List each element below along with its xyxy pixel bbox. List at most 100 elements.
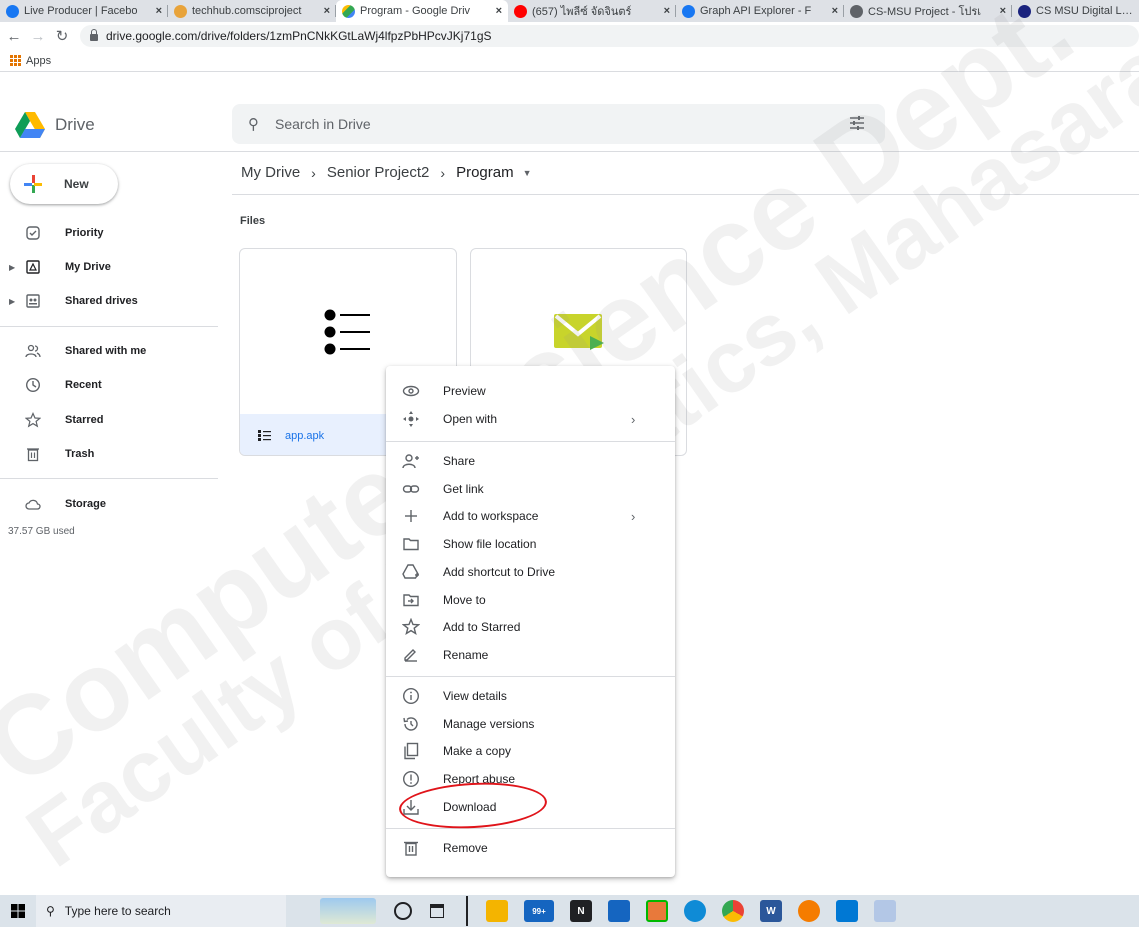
submenu-chevron-icon: › (631, 508, 636, 524)
file-explorer-icon[interactable] (486, 900, 508, 922)
tab-title: CS-MSU Project - โปรเ (868, 6, 982, 18)
sidebar-item-shared-drives[interactable]: ▶ Shared drives (0, 287, 232, 315)
menu-item-label: Make a copy (443, 744, 512, 759)
tab-title: (657) ไพลีซ์ จัดจินตร์ (532, 6, 632, 18)
apps-bookmark[interactable]: Apps (26, 55, 51, 67)
menu-item-add-to-starred[interactable]: Add to Starred (386, 614, 675, 640)
drive-sidebar: New Priority ▶ My Drive ▶ Shared drives … (0, 152, 232, 872)
close-tab-icon[interactable]: × (156, 5, 162, 17)
line-icon[interactable] (646, 900, 668, 922)
notion-icon[interactable]: N (570, 900, 592, 922)
facebook-icon (682, 4, 695, 18)
sidebar-item-my-drive[interactable]: ▶ My Drive (0, 253, 232, 281)
app-icon[interactable] (798, 900, 820, 922)
sidebar-item-recent[interactable]: Recent (0, 371, 232, 399)
taskbar-search-box[interactable]: ⚲ Type here to search (36, 895, 286, 927)
menu-item-report-abuse[interactable]: Report abuse (386, 766, 675, 792)
star-icon (25, 412, 41, 428)
weather-widget-icon[interactable] (320, 898, 376, 924)
close-tab-icon[interactable]: × (496, 5, 502, 17)
edge-icon[interactable] (684, 900, 706, 922)
shared-drives-icon (26, 294, 40, 308)
close-tab-icon[interactable]: × (1000, 5, 1006, 17)
chrome-icon[interactable] (722, 900, 744, 922)
mail-icon[interactable]: 99+ (524, 900, 554, 922)
menu-item-share[interactable]: Share (386, 448, 675, 474)
menu-item-add-shortcut-to-drive[interactable]: Add shortcut to Drive (386, 559, 675, 585)
search-bar[interactable]: ⚲ Search in Drive (232, 104, 885, 144)
menu-item-open-with[interactable]: Open with › (386, 406, 675, 432)
library-icon (1018, 4, 1031, 18)
menu-item-manage-versions[interactable]: Manage versions (386, 711, 675, 737)
move-to-icon (402, 591, 420, 609)
close-tab-icon[interactable]: × (324, 5, 330, 17)
sidebar-item-priority[interactable]: Priority (0, 219, 232, 247)
menu-item-make-a-copy[interactable]: Make a copy (386, 738, 675, 764)
sidebar-item-trash[interactable]: Trash (0, 440, 232, 468)
windows-start-button[interactable] (0, 904, 36, 918)
browser-tab[interactable]: techhub.comsciproject × (168, 0, 336, 22)
browser-tab[interactable]: Graph API Explorer - F × (676, 0, 844, 22)
store-icon[interactable] (608, 900, 630, 922)
menu-item-rename[interactable]: Rename (386, 642, 675, 668)
url-text: drive.google.com/drive/folders/1zmPnCNkK… (106, 29, 492, 43)
menu-item-preview[interactable]: Preview (386, 378, 675, 404)
dropdown-arrow-icon[interactable]: ▼ (523, 168, 532, 178)
close-tab-icon[interactable]: × (664, 5, 670, 17)
file-type-icon (258, 430, 271, 441)
search-icon: ⚲ (46, 904, 55, 918)
chevron-right-icon: › (440, 164, 446, 181)
menu-item-label: Add to Starred (443, 620, 521, 635)
paint-icon[interactable] (874, 900, 896, 922)
breadcrumb-senior-project[interactable]: Senior Project2 (327, 164, 430, 181)
close-tab-icon[interactable]: × (832, 5, 838, 17)
menu-item-label: Open with (443, 412, 498, 426)
expand-arrow-icon[interactable]: ▶ (9, 297, 15, 306)
expand-arrow-icon[interactable]: ▶ (9, 263, 15, 272)
trash-icon (402, 839, 420, 857)
browser-tab[interactable]: (657) ไพลีซ์ จัดจินตร์ × (508, 0, 676, 22)
word-icon[interactable]: W (760, 900, 782, 922)
breadcrumb-my-drive[interactable]: My Drive (241, 164, 300, 181)
menu-divider (386, 441, 675, 442)
menu-item-label: Add to workspace (443, 509, 539, 524)
search-options-icon[interactable] (849, 116, 865, 130)
reload-icon[interactable]: ↻ (52, 27, 72, 45)
menu-item-get-link[interactable]: Get link (386, 476, 675, 502)
address-bar[interactable]: drive.google.com/drive/folders/1zmPnCNkK… (80, 25, 1139, 47)
browser-tab[interactable]: CS-MSU Project - โปรเ × (844, 0, 1012, 22)
files-section-heading: Files (240, 215, 266, 227)
task-view-icon[interactable] (430, 904, 444, 918)
cloud-icon (25, 499, 41, 510)
cortana-icon[interactable] (394, 902, 412, 920)
sidebar-item-storage[interactable]: Storage (0, 490, 232, 518)
menu-item-remove[interactable]: Remove (386, 835, 675, 861)
lock-icon (90, 28, 98, 41)
drive-logo[interactable]: Drive (15, 112, 95, 138)
new-button[interactable]: New (10, 164, 118, 204)
eye-icon (402, 382, 420, 400)
menu-item-download[interactable]: Download (386, 794, 675, 820)
menu-item-label: Rename (443, 647, 489, 662)
forward-icon[interactable]: → (28, 28, 48, 45)
search-icon[interactable]: ⚲ (248, 115, 259, 133)
breadcrumb-current-folder[interactable]: Program (456, 164, 514, 181)
sidebar-item-starred[interactable]: Starred (0, 406, 232, 434)
tab-title: techhub.comsciproject (192, 5, 302, 17)
menu-item-move-to[interactable]: Move to (386, 587, 675, 613)
browser-tab[interactable]: Program - Google Driv × (336, 0, 508, 22)
sidebar-item-shared-with-me[interactable]: Shared with me (0, 337, 232, 365)
facebook-icon (6, 4, 19, 18)
drive-header: Drive ⚲ Search in Drive (0, 72, 1139, 152)
apps-grid-icon (10, 55, 21, 66)
menu-item-add-to-workspace[interactable]: Add to workspace › (386, 503, 675, 529)
sidebar-item-label: Trash (65, 448, 95, 460)
photos-icon[interactable] (836, 900, 858, 922)
menu-item-view-details[interactable]: View details (386, 683, 675, 709)
menu-item-show-file-location[interactable]: Show file location (386, 531, 675, 557)
menu-divider (386, 676, 675, 677)
browser-tab[interactable]: CS MSU Digital Library (1012, 0, 1139, 22)
back-icon[interactable]: ← (4, 28, 24, 45)
download-icon (402, 798, 420, 816)
browser-tab[interactable]: Live Producer | Facebo × (0, 0, 168, 22)
